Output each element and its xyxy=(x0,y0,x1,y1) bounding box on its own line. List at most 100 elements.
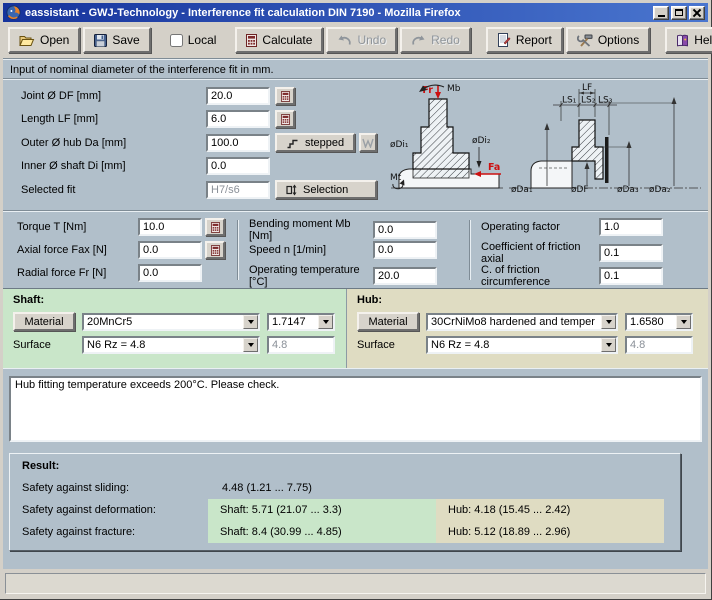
redo-label: Redo xyxy=(431,33,460,47)
operating-factor-label: Operating factor xyxy=(481,221,596,233)
length-input[interactable] xyxy=(206,110,270,128)
open-folder-icon xyxy=(19,34,35,47)
calculator-icon xyxy=(211,245,220,256)
forces-column: Torque T [Nm] Axial force Fax [N] xyxy=(3,218,237,282)
speed-input[interactable] xyxy=(373,241,437,259)
window-title: eassistant - GWJ-Technology - Interferen… xyxy=(25,7,649,19)
chevron-down-icon xyxy=(243,338,258,352)
result-row-sliding: Safety against sliding: 4.48 (1.21 ... 7… xyxy=(10,477,680,499)
axial-force-calc-button[interactable] xyxy=(205,241,225,259)
bending-moment-row: Bending moment Mb [Nm] xyxy=(249,218,437,236)
local-label: Local xyxy=(188,33,217,47)
undo-icon xyxy=(337,34,352,46)
shaft-surface-label: Surface xyxy=(13,339,75,351)
diagram-label-da3: øDa₃ xyxy=(617,185,639,195)
operating-temperature-input[interactable] xyxy=(373,267,437,285)
operating-factor-input[interactable] xyxy=(599,218,663,236)
open-button[interactable]: Open xyxy=(8,27,80,53)
selected-fit-label: Selected fit xyxy=(21,184,201,196)
result-row-fracture: Safety against fracture: Shaft: 8.4 (30.… xyxy=(10,521,680,543)
save-floppy-icon xyxy=(94,34,107,47)
save-label: Save xyxy=(112,33,139,47)
outer-hub-diameter-input[interactable] xyxy=(206,134,270,152)
stepped-button[interactable]: stepped xyxy=(275,133,355,152)
close-button[interactable] xyxy=(689,6,705,20)
bending-moment-input[interactable] xyxy=(373,221,437,239)
geometry-section: Joint Ø DF [mm] Length LF [mm] xyxy=(3,80,708,210)
shaft-title: Shaft: xyxy=(13,294,336,306)
hub-surface-row: Surface N6 Rz = 4.8 xyxy=(357,336,698,354)
axial-force-input[interactable] xyxy=(138,241,202,259)
minimize-button[interactable] xyxy=(653,6,669,20)
friction-circumference-row: C. of friction circumference xyxy=(481,264,663,282)
w-curve-icon xyxy=(362,138,374,148)
geometry-fields: Joint Ø DF [mm] Length LF [mm] xyxy=(21,87,377,199)
torque-input[interactable] xyxy=(138,218,202,236)
shaft-material-number-select[interactable]: 1.7147 xyxy=(267,313,335,331)
material-panels: Shaft: Material 20MnCr5 1.7147 Surface xyxy=(3,288,708,369)
hub-surface-select[interactable]: N6 Rz = 4.8 xyxy=(426,336,618,354)
hub-material-number-value: 1.6580 xyxy=(627,315,676,329)
radial-force-input[interactable] xyxy=(138,264,202,282)
help-label: Help xyxy=(694,33,712,47)
inner-shaft-diameter-input[interactable] xyxy=(206,157,270,175)
calculator-icon xyxy=(281,114,290,125)
chevron-down-icon xyxy=(601,338,616,352)
fracture-shaft-value: Shaft: 8.4 (30.99 ... 4.85) xyxy=(208,521,436,543)
chevron-down-icon xyxy=(676,315,691,329)
fit-selection-button[interactable]: Selection xyxy=(275,180,377,199)
shaft-material-button[interactable]: Material xyxy=(13,312,75,331)
shaft-material-select[interactable]: 20MnCr5 xyxy=(82,313,260,331)
friction-circumference-input[interactable] xyxy=(599,267,663,285)
shaft-material-number-value: 1.7147 xyxy=(269,315,318,329)
help-button[interactable]: Help xyxy=(665,27,712,53)
factors-column: Operating factor Coefficient of friction… xyxy=(471,218,708,282)
options-button[interactable]: Options xyxy=(566,27,650,53)
deformation-shaft-value: Shaft: 5.71 (21.07 ... 3.3) xyxy=(208,499,436,521)
inner-shaft-diameter-label: Inner Ø shaft Di [mm] xyxy=(21,160,201,172)
chevron-down-icon xyxy=(601,315,616,329)
calculate-label: Calculate xyxy=(262,33,312,47)
torque-row: Torque T [Nm] xyxy=(17,218,227,236)
length-calc-button[interactable] xyxy=(275,110,295,128)
hub-material-button[interactable]: Material xyxy=(357,312,419,331)
options-tools-icon xyxy=(577,34,593,47)
shaft-surface-row: Surface N6 Rz = 4.8 xyxy=(13,336,336,354)
curve-button-disabled xyxy=(359,133,377,152)
open-label: Open xyxy=(40,33,69,47)
maximize-button[interactable] xyxy=(671,6,687,20)
joint-diameter-input[interactable] xyxy=(206,87,270,105)
options-label: Options xyxy=(598,33,639,47)
joint-diameter-calc-button[interactable] xyxy=(275,87,295,105)
diagram-label-da2: øDa₂ xyxy=(649,185,671,195)
content-area: Input of nominal diameter of the interfe… xyxy=(3,58,708,569)
save-button[interactable]: Save xyxy=(83,27,150,53)
friction-axial-input[interactable] xyxy=(599,244,663,262)
diagram-label-mb: Mb xyxy=(447,84,461,94)
axial-force-row: Axial force Fax [N] xyxy=(17,241,227,259)
hub-surface-label: Surface xyxy=(357,339,419,351)
window-controls xyxy=(653,6,705,20)
hub-material-select[interactable]: 30CrNiMo8 hardened and temper xyxy=(426,313,618,331)
calculator-icon xyxy=(246,34,257,47)
status-bar-area xyxy=(3,569,708,596)
radial-force-row: Radial force Fr [N] xyxy=(17,264,227,282)
local-checkbox[interactable] xyxy=(170,34,183,47)
close-icon xyxy=(693,9,701,17)
shaft-panel: Shaft: Material 20MnCr5 1.7147 Surface xyxy=(3,289,347,368)
hub-material-number-select[interactable]: 1.6580 xyxy=(625,313,693,331)
fracture-hub-value: Hub: 5.12 (18.89 ... 2.96) xyxy=(436,521,664,543)
shaft-material-value: 20MnCr5 xyxy=(84,315,243,329)
calculate-button[interactable]: Calculate xyxy=(235,27,323,53)
radial-force-label: Radial force Fr [N] xyxy=(17,267,135,279)
shaft-surface-select[interactable]: N6 Rz = 4.8 xyxy=(82,336,260,354)
operating-factor-row: Operating factor xyxy=(481,218,663,236)
axial-force-label: Axial force Fax [N] xyxy=(17,244,135,256)
result-row-deformation: Safety against deformation: Shaft: 5.71 … xyxy=(10,499,680,521)
status-bar xyxy=(5,573,706,594)
info-bar: Input of nominal diameter of the interfe… xyxy=(3,60,708,78)
diagram-label-mt: Mt xyxy=(390,173,402,183)
report-button[interactable]: Report xyxy=(486,27,563,53)
torque-calc-button[interactable] xyxy=(205,218,225,236)
diagram-label-da1: øDa₁ xyxy=(511,185,533,195)
